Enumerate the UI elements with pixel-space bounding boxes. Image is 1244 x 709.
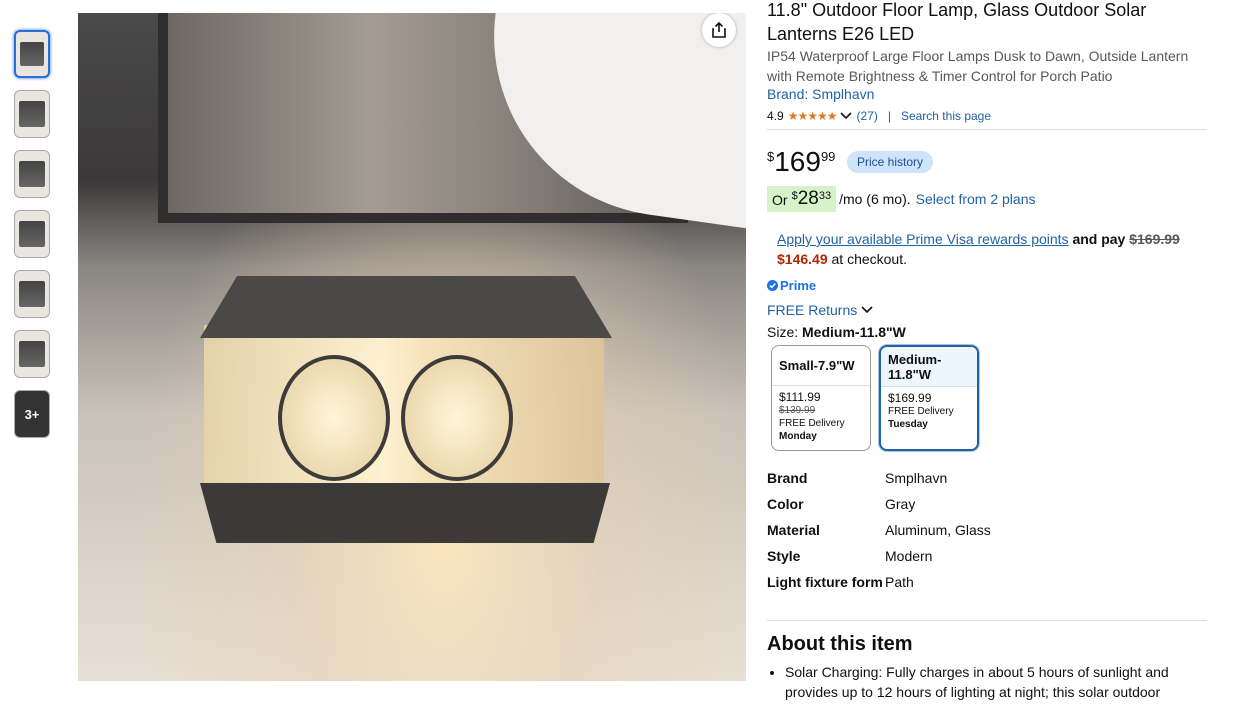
size-option-body: $169.99 FREE Delivery Tuesday (881, 387, 977, 436)
size-option-title: Medium-11.8"W (881, 347, 977, 387)
thumbnail-6[interactable] (14, 330, 50, 378)
price-fraction: 99 (820, 149, 836, 164)
about-bullets: Solar Charging: Fully charges in about 5… (767, 662, 1225, 702)
about-bullet: Solar Charging: Fully charges in about 5… (785, 662, 1225, 702)
monthly-whole: 28 (797, 188, 819, 209)
spec-row: Style Modern (767, 546, 1207, 566)
promo-original-price: $169.99 (1129, 231, 1180, 247)
divider (767, 129, 1207, 130)
spec-key: Color (767, 496, 804, 512)
promo-discounted-price: $146.49 (777, 251, 828, 267)
share-icon (712, 21, 726, 38)
size-option-price: $111.99 (779, 390, 821, 404)
rating-value: 4.9 (767, 109, 784, 123)
image-lamp-circle-right (401, 355, 513, 481)
select-plans-link[interactable]: Select from 2 plans (916, 191, 1036, 207)
thumbnail-more[interactable]: 3+ (14, 390, 50, 438)
size-option-price: $169.99 (888, 391, 932, 405)
chevron-down-icon[interactable] (840, 111, 853, 121)
free-returns-dropdown[interactable]: FREE Returns (767, 302, 873, 318)
free-returns-label: FREE Returns (767, 302, 858, 318)
spec-row: Light fixture form Path (767, 572, 1207, 592)
thumbnail-strip: 3+ (14, 30, 54, 450)
rating-row: 4.9 ★★★★★ (27) | Search this page (767, 109, 1207, 123)
spec-key: Material (767, 522, 820, 538)
review-count-link[interactable]: (27) (856, 109, 877, 123)
spec-row: Material Aluminum, Glass (767, 520, 1207, 540)
spec-value: Modern (885, 548, 933, 564)
monthly-highlight: Or $ 28 33 (767, 186, 837, 212)
image-lamp-base (200, 483, 610, 543)
thumbnail-more-label: 3+ (24, 406, 40, 422)
product-subtitle: IP54 Waterproof Large Floor Lamps Dusk t… (767, 48, 1189, 84)
check-icon (767, 280, 778, 291)
brand-link[interactable]: Brand: Smplhavn (767, 86, 874, 102)
main-product-image[interactable] (78, 13, 746, 681)
thumbnail-1[interactable] (14, 30, 50, 78)
size-selected: Medium-11.8"W (802, 324, 906, 340)
size-option-medium[interactable]: Medium-11.8"W $169.99 FREE Delivery Tues… (879, 345, 979, 451)
thumbnail-2[interactable] (14, 90, 50, 138)
about-heading: About this item (767, 633, 913, 655)
spec-row: Color Gray (767, 494, 1207, 514)
monthly-term: /mo (6 mo). (839, 191, 911, 207)
share-button[interactable] (702, 13, 736, 47)
search-page-link[interactable]: Search this page (901, 109, 991, 123)
prime-badge[interactable]: Prime (767, 278, 816, 293)
size-option-delivery: FREE Delivery (779, 418, 845, 429)
size-option-title: Small-7.9"W (772, 346, 870, 386)
separator: | (887, 109, 891, 123)
monthly-or: Or (772, 192, 788, 208)
price-whole: 169 (774, 146, 821, 177)
product-title: 11.8" Outdoor Floor Lamp, Glass Outdoor … (767, 0, 1147, 44)
size-option-list-price: $139.99 (779, 405, 816, 416)
star-rating-icon[interactable]: ★★★★★ (788, 109, 838, 123)
thumbnail-4[interactable] (14, 210, 50, 258)
size-option-body: $111.99 $139.99 FREE Delivery Monday (772, 386, 870, 448)
product-specs: Brand Smplhavn Color Gray Material Aluminum… (767, 468, 1207, 598)
spec-key: Brand (767, 470, 808, 486)
image-lamp-top (200, 276, 612, 338)
thumbnail-5[interactable] (14, 270, 50, 318)
monthly-payment: Or $ 28 33 /mo (6 mo). Select from 2 pla… (767, 186, 1036, 212)
spec-value: Gray (885, 496, 916, 512)
price-history-button[interactable]: Price history (847, 151, 934, 173)
image-lamp-circle-left (278, 355, 390, 481)
chevron-down-icon (861, 306, 873, 314)
size-option-day: Tuesday (888, 419, 928, 430)
spec-key: Light fixture form (767, 574, 883, 590)
price: $ 169 99 (767, 146, 835, 178)
prime-visa-promo: Apply your available Prime Visa rewards … (777, 229, 1197, 269)
divider (767, 620, 1207, 621)
thumbnail-3[interactable] (14, 150, 50, 198)
spec-value: Smplhavn (885, 470, 948, 486)
prime-visa-link[interactable]: Apply your available Prime Visa rewards … (777, 231, 1069, 247)
size-label: Size: Medium-11.8"W (767, 324, 906, 340)
promo-and-pay: and pay (1072, 231, 1126, 247)
spec-value: Path (885, 574, 914, 590)
size-option-delivery: FREE Delivery (888, 406, 954, 417)
size-option-day: Monday (779, 431, 817, 442)
price-symbol: $ (767, 149, 775, 164)
size-option-small[interactable]: Small-7.9"W $111.99 $139.99 FREE Deliver… (771, 345, 871, 451)
promo-suffix: at checkout. (831, 251, 908, 267)
size-label-text: Size: (767, 324, 799, 340)
monthly-fraction: 33 (818, 190, 832, 202)
prime-label: Prime (780, 278, 817, 293)
spec-value: Aluminum, Glass (885, 522, 991, 538)
spec-row: Brand Smplhavn (767, 468, 1207, 488)
spec-key: Style (767, 548, 801, 564)
